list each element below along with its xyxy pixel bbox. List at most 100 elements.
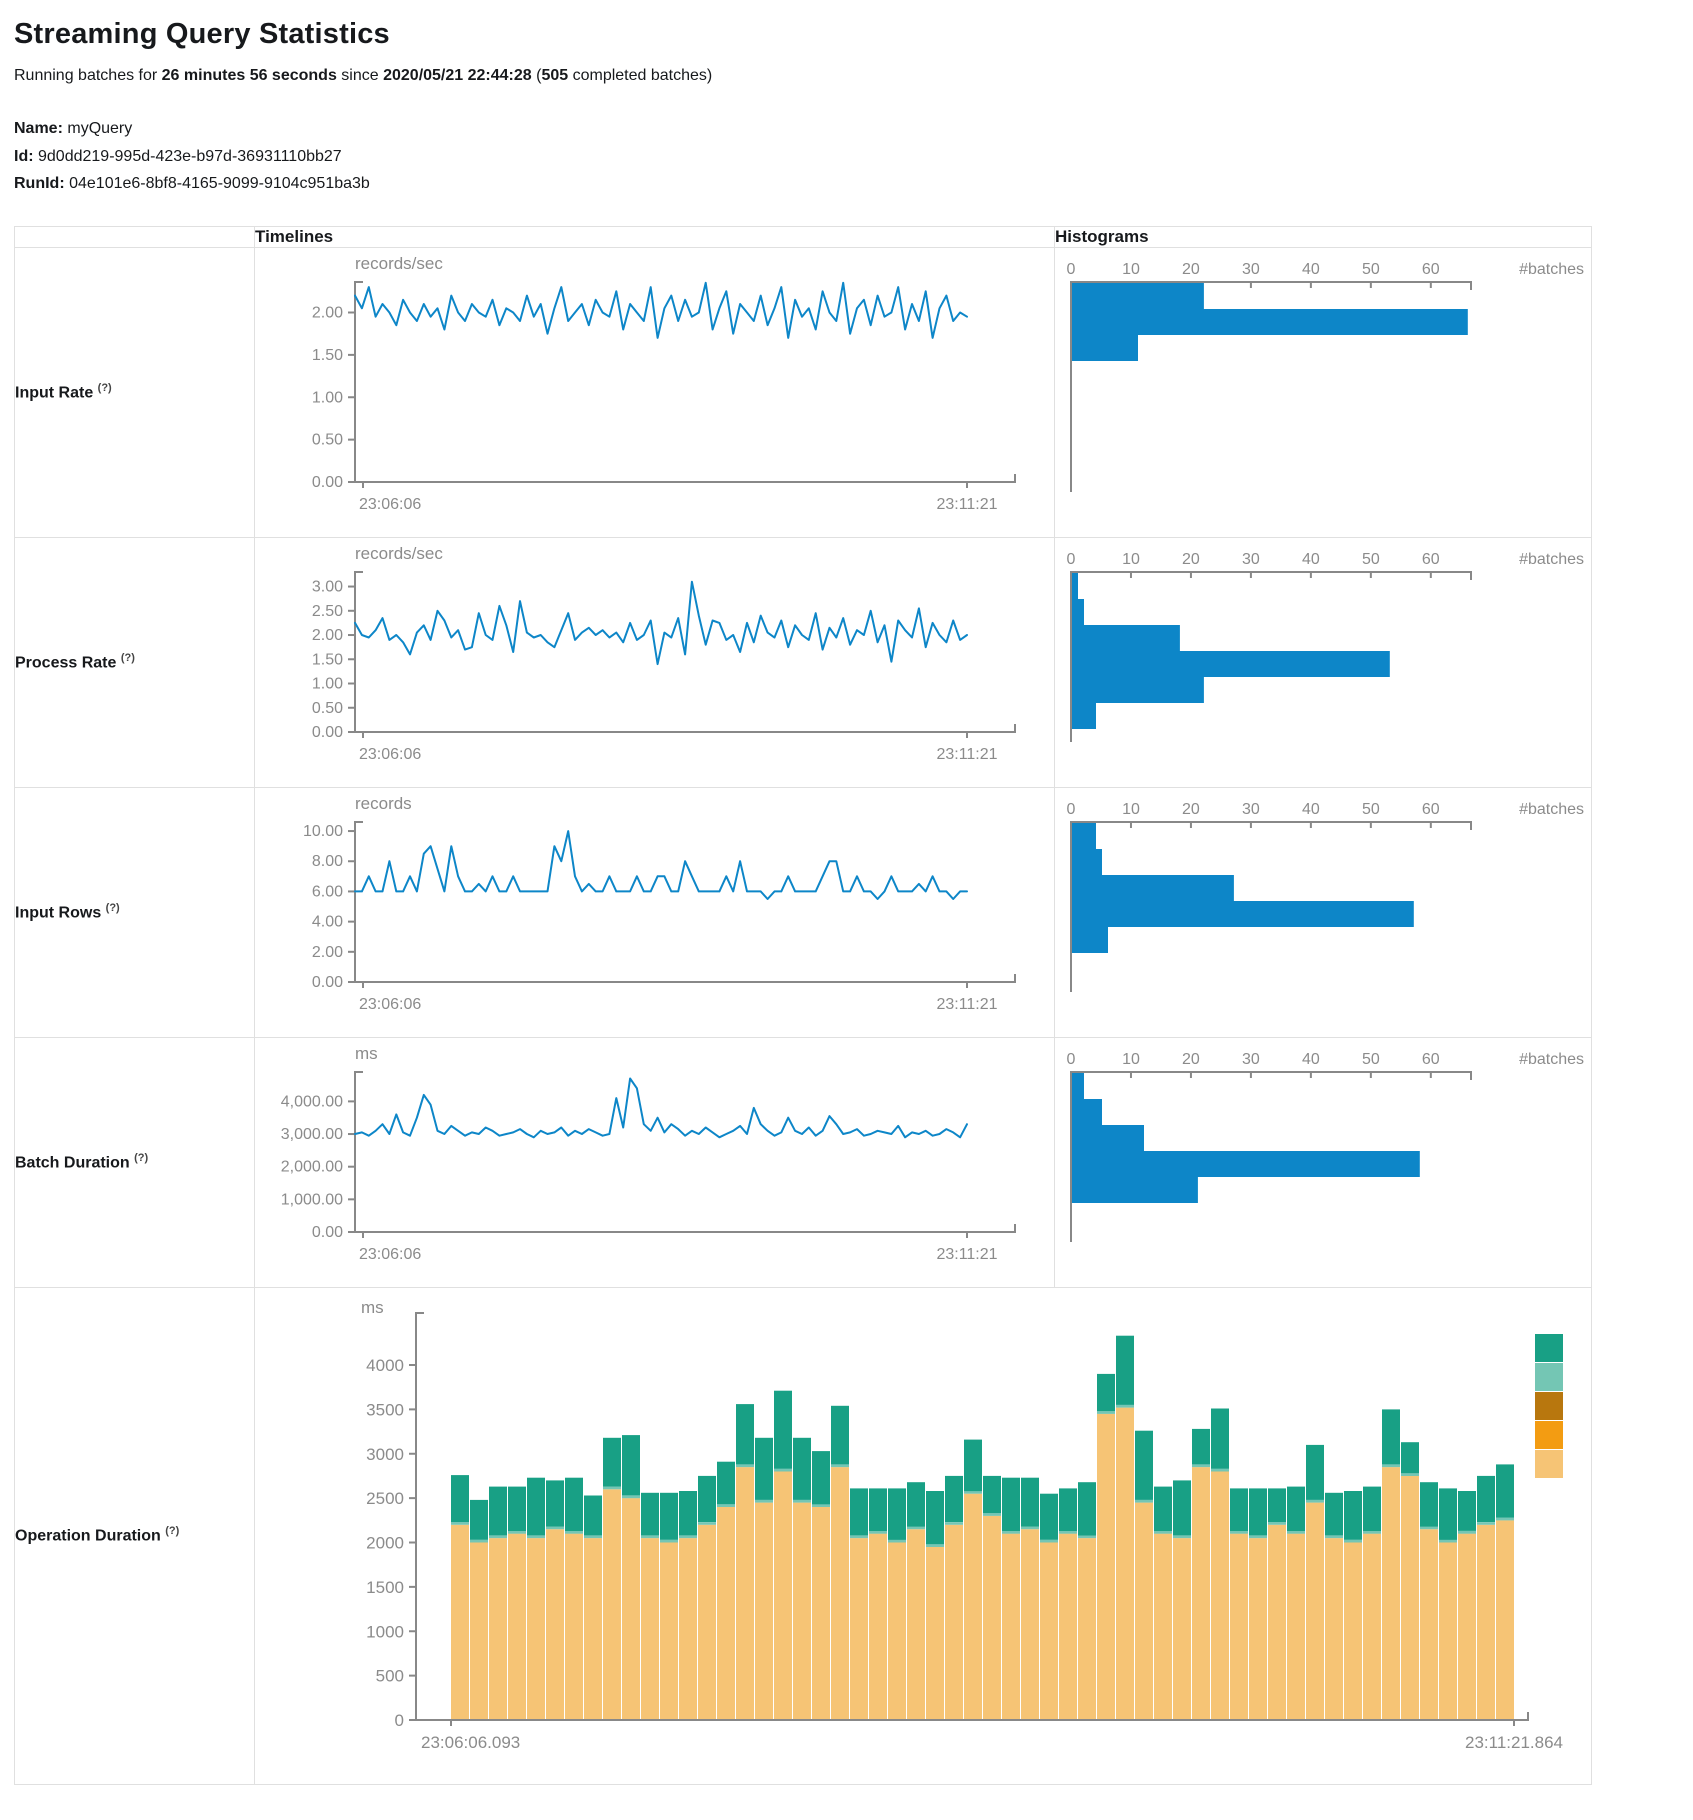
stacked-bar-top-segment — [1363, 1486, 1381, 1530]
stacked-bar-top-segment — [774, 1390, 792, 1468]
histogram-bar — [1072, 1177, 1198, 1203]
y-tick-label: 0.00 — [312, 474, 343, 491]
query-id-label: Id: — [14, 148, 34, 165]
process-rate-help[interactable]: (?) — [121, 652, 135, 664]
stacked-bar-bottom-segment — [1211, 1471, 1229, 1720]
summary-suffix: completed batches) — [568, 67, 712, 84]
histogram-bar — [1072, 1099, 1102, 1125]
stacked-bar-middle-segment — [1021, 1526, 1039, 1529]
query-id-value: 9d0dd219-995d-423e-b97d-36931110bb27 — [38, 148, 342, 165]
stacked-bar-bottom-segment — [793, 1502, 811, 1719]
legend-swatch — [1535, 1363, 1563, 1391]
stacked-bar-middle-segment — [470, 1539, 488, 1542]
batches-axis-label: #batches — [1519, 1051, 1584, 1068]
y-tick-label: 2000 — [366, 1533, 404, 1552]
x-tick-label: 50 — [1362, 801, 1380, 818]
stacked-bar-bottom-segment — [1040, 1542, 1058, 1720]
summary-batch-count: 505 — [541, 67, 568, 84]
histograms-header: Histograms — [1055, 226, 1592, 247]
query-name-value: myQuery — [67, 120, 132, 137]
stacked-bar-top-segment — [831, 1405, 849, 1464]
batches-axis-label: #batches — [1519, 801, 1584, 818]
stacked-bar-top-segment — [1477, 1475, 1495, 1521]
y-tick-label: 1500 — [366, 1577, 404, 1596]
stacked-bar-top-segment — [1135, 1430, 1153, 1499]
stacked-bar-top-segment — [1192, 1428, 1210, 1464]
stacked-bar-middle-segment — [1154, 1531, 1172, 1534]
histogram-bar — [1072, 651, 1390, 677]
x-tick-label: 10 — [1122, 551, 1140, 568]
histogram-bar — [1072, 309, 1468, 335]
x-tick-label: 0 — [1067, 1051, 1076, 1068]
y-tick-label: 2.00 — [312, 305, 343, 322]
x-tick-label: 30 — [1242, 261, 1260, 278]
y-tick-label: 4000 — [366, 1356, 404, 1375]
stacked-bar-top-segment — [945, 1475, 963, 1521]
input-rows-help[interactable]: (?) — [106, 902, 120, 914]
stacked-bar-bottom-segment — [1306, 1502, 1324, 1719]
operation-duration-chart-cell: ms0500100015002000250030003500400023:06:… — [255, 1287, 1592, 1784]
stacked-bar-top-segment — [584, 1495, 602, 1535]
stacked-bar-top-segment — [622, 1435, 640, 1495]
stacked-bar-top-segment — [755, 1437, 773, 1499]
stacked-bar-top-segment — [1287, 1486, 1305, 1530]
stacked-bar-middle-segment — [451, 1522, 469, 1525]
histogram-bar — [1072, 1151, 1420, 1177]
stacked-bar-top-segment — [964, 1439, 982, 1491]
stacked-bar-middle-segment — [774, 1468, 792, 1471]
stacked-bar-middle-segment — [660, 1539, 678, 1542]
stacked-bar-middle-segment — [1401, 1473, 1419, 1476]
histogram-bar — [1072, 823, 1096, 849]
y-tick-label: 4,000.00 — [281, 1093, 343, 1110]
stacked-bar-bottom-segment — [1230, 1533, 1248, 1719]
input-rate-label: Input Rate — [15, 384, 93, 401]
stacked-bar-top-segment — [1268, 1488, 1286, 1522]
stacked-bar-bottom-segment — [831, 1467, 849, 1720]
x-start-label: 23:06:06 — [359, 496, 421, 513]
stacked-bar-top-segment — [1458, 1491, 1476, 1531]
input-rate-help[interactable]: (?) — [98, 382, 112, 394]
stacked-bar-top-segment — [888, 1488, 906, 1540]
histogram-bar — [1072, 599, 1084, 625]
stacked-bar-middle-segment — [1230, 1531, 1248, 1534]
stacked-bar-middle-segment — [964, 1491, 982, 1494]
stacked-bar-middle-segment — [603, 1486, 621, 1489]
input-rate-timeline-cell: records/sec0.000.501.001.502.0023:06:062… — [255, 247, 1055, 537]
batch-duration-histogram-cell: 0102030405060#batches — [1055, 1037, 1592, 1287]
summary-timestamp: 2020/05/21 22:44:28 — [383, 67, 532, 84]
operation-duration-label: Operation Duration — [15, 1528, 161, 1545]
stacked-bar-top-segment — [736, 1404, 754, 1464]
input-rate-timeline-chart: records/sec0.000.501.001.502.0023:06:062… — [255, 252, 1045, 532]
stacked-bar-bottom-segment — [774, 1471, 792, 1720]
stacked-bar-bottom-segment — [983, 1515, 1001, 1719]
stacked-bar-bottom-segment — [603, 1489, 621, 1720]
x-tick-label: 40 — [1302, 551, 1320, 568]
legend-swatch — [1535, 1421, 1563, 1449]
stacked-bar-middle-segment — [1439, 1539, 1457, 1542]
y-tick-label: 0.00 — [312, 724, 343, 741]
y-tick-label: 0.50 — [312, 432, 343, 449]
batch-duration-help[interactable]: (?) — [134, 1152, 148, 1164]
timeline-line — [355, 1079, 967, 1138]
stacked-bar-bottom-segment — [869, 1533, 887, 1719]
operation-duration-help[interactable]: (?) — [165, 1525, 179, 1537]
stacked-bar-bottom-segment — [755, 1502, 773, 1719]
stacked-bar-top-segment — [850, 1488, 868, 1535]
stacked-bar-middle-segment — [1135, 1499, 1153, 1502]
stacked-bar-middle-segment — [489, 1535, 507, 1538]
stacked-bar-bottom-segment — [470, 1542, 488, 1720]
x-tick-label: 10 — [1122, 261, 1140, 278]
stacked-bar-bottom-segment — [679, 1538, 697, 1720]
x-tick-label: 60 — [1422, 551, 1440, 568]
x-tick-label: 60 — [1422, 261, 1440, 278]
stacked-bar-top-segment — [1002, 1477, 1020, 1530]
y-axis-unit-label: ms — [361, 1298, 384, 1317]
batches-axis-label: #batches — [1519, 551, 1584, 568]
stacked-bar-middle-segment — [622, 1495, 640, 1498]
stacked-bar-top-segment — [527, 1477, 545, 1535]
stacked-bar-middle-segment — [888, 1539, 906, 1542]
stacked-bar-bottom-segment — [1268, 1524, 1286, 1719]
x-tick-label: 0 — [1067, 801, 1076, 818]
stacked-bar-top-segment — [698, 1475, 716, 1521]
stacked-bar-bottom-segment — [1363, 1533, 1381, 1719]
